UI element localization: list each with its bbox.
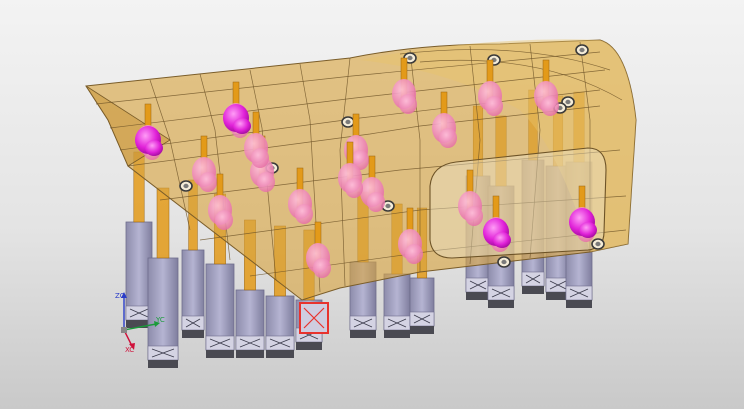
triad-z-label: ZC: [115, 292, 125, 300]
triad-y-label: YC: [156, 316, 165, 324]
cad-graphics-viewport[interactable]: ZC YC XC: [0, 0, 744, 409]
triad-x-label: XC: [125, 346, 135, 354]
coordinate-triad: ZC YC XC: [112, 288, 172, 360]
selected-column-highlight[interactable]: [299, 302, 329, 334]
